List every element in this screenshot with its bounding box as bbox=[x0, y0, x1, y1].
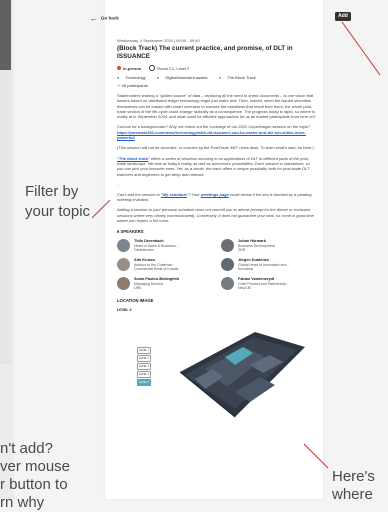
tag-dot-icon: ● bbox=[117, 75, 121, 80]
floor-map: LEVEL 1 LEVEL 2 LEVEL 3 LEVEL 4 LEVEL 5 bbox=[117, 317, 317, 427]
description-paragraph-5: Can't add the session to "My schedule"? … bbox=[117, 191, 312, 203]
coverage-link[interactable]: https://postrade360.com/news/technology/… bbox=[117, 130, 306, 140]
room-badge: Room C1, Level 2 bbox=[149, 65, 189, 71]
speaker-card[interactable]: Fabian Vandenreydt Chief Product and Part… bbox=[221, 277, 317, 291]
annotation-arrow-filter bbox=[92, 199, 111, 219]
separator: --- bbox=[117, 181, 121, 187]
avatar bbox=[221, 277, 234, 291]
location-pin-icon bbox=[149, 65, 156, 71]
avatar bbox=[117, 258, 130, 272]
speakers-grid: Thilo Derenbach Head of Sales & Business.… bbox=[117, 239, 317, 291]
left-scrollbar-thumb[interactable] bbox=[0, 0, 11, 70]
level-5-button[interactable]: LEVEL 5 bbox=[137, 379, 151, 387]
floor-plan-image bbox=[179, 332, 305, 418]
description-paragraph-4: "The block track" offers a series of ses… bbox=[117, 155, 310, 177]
meetings-page-link[interactable]: meetings page bbox=[201, 192, 229, 197]
participants-count[interactable]: ⚇ 26 participants bbox=[117, 83, 317, 88]
annotation-arrow-add bbox=[341, 21, 381, 76]
session-datetime: Wednesday, 4 September 2024 | 09:00 - 09… bbox=[117, 38, 200, 43]
annotation-cant-add: n't add? ver mouse r button to rn why bbox=[0, 440, 71, 511]
level-4-button[interactable]: LEVEL 4 bbox=[137, 371, 151, 379]
description-paragraph-2: Curious for a backgrounder? Why not chec… bbox=[117, 124, 311, 141]
tag-dot-icon: ● bbox=[156, 75, 161, 80]
speaker-card[interactable]: Johan Hörmark Business Development SEB bbox=[221, 239, 317, 253]
in-person-badge: In-person bbox=[117, 66, 141, 71]
tag-dot-icon: ● bbox=[218, 75, 223, 80]
arrow-left-icon: ← bbox=[90, 14, 98, 23]
session-title: (Block Track) The current practice, and … bbox=[117, 45, 293, 60]
speaker-company: Clearstream bbox=[134, 247, 154, 252]
speaker-card[interactable]: Thilo Derenbach Head of Sales & Business.… bbox=[117, 239, 213, 253]
avatar bbox=[117, 277, 130, 291]
in-person-dot-icon bbox=[117, 66, 121, 70]
session-content: Wednesday, 4 September 2024 | 09:00 - 09… bbox=[117, 38, 317, 427]
avatar bbox=[221, 258, 234, 272]
in-person-label: In-person bbox=[123, 65, 142, 71]
level-1-button[interactable]: LEVEL 1 bbox=[137, 347, 151, 355]
level-3-button[interactable]: LEVEL 3 bbox=[137, 363, 151, 371]
annotation-arrow-here bbox=[303, 443, 329, 469]
speaker-company: UBS bbox=[134, 285, 142, 290]
level-heading: LEVEL 3 bbox=[117, 308, 132, 313]
speaker-company: Commercial Bank of Kuwait... bbox=[134, 266, 182, 271]
back-link[interactable]: ← Go back bbox=[90, 14, 119, 23]
block-track-link[interactable]: "The block track bbox=[117, 156, 148, 161]
session-badges: In-person Room C1, Level 2 bbox=[117, 65, 317, 71]
speaker-company: NewCM bbox=[238, 285, 251, 290]
description-paragraph-6: Adding a session to your personal schedu… bbox=[117, 207, 314, 224]
left-scroll-track bbox=[0, 70, 11, 364]
description-paragraph-3: (This session will not be recorded, or c… bbox=[117, 145, 314, 151]
tag-digital-assets[interactable]: ● Digital/tokenised assets bbox=[157, 75, 213, 80]
speaker-card[interactable]: Jürgen Duakrüss Global Head of Innovation… bbox=[221, 258, 317, 272]
avatar bbox=[117, 239, 130, 253]
level-2-button[interactable]: LEVEL 2 bbox=[137, 355, 151, 363]
tag-technology[interactable]: ● Technology bbox=[117, 75, 151, 80]
my-schedule-link[interactable]: "My schedule bbox=[161, 192, 187, 197]
location-heading: LOCATION IMAGE bbox=[117, 298, 154, 304]
speaker-company: Euroclear bbox=[238, 266, 254, 271]
back-label: Go back bbox=[101, 15, 119, 21]
tag-block-track[interactable]: ● The Block Track bbox=[219, 75, 261, 80]
description-paragraph-1: Stakeholders sharing a "golden source" o… bbox=[117, 93, 316, 120]
speaker-company: SEB bbox=[238, 247, 246, 252]
session-tags: ● Technology ● Digital/tokenised assets … bbox=[117, 75, 317, 80]
avatar bbox=[221, 239, 234, 253]
speaker-card[interactable]: Alm Kruses Advisor to the Chairman Commerc… bbox=[117, 258, 213, 272]
speaker-card[interactable]: Sonia Paston-Bedingfeld Managing Director… bbox=[117, 277, 213, 291]
speakers-heading: 6 SPEAKERS bbox=[117, 229, 144, 235]
room-label: Room C1, Level 2 bbox=[157, 65, 190, 71]
annotation-filter-topic: Filter by your topic bbox=[25, 183, 91, 220]
